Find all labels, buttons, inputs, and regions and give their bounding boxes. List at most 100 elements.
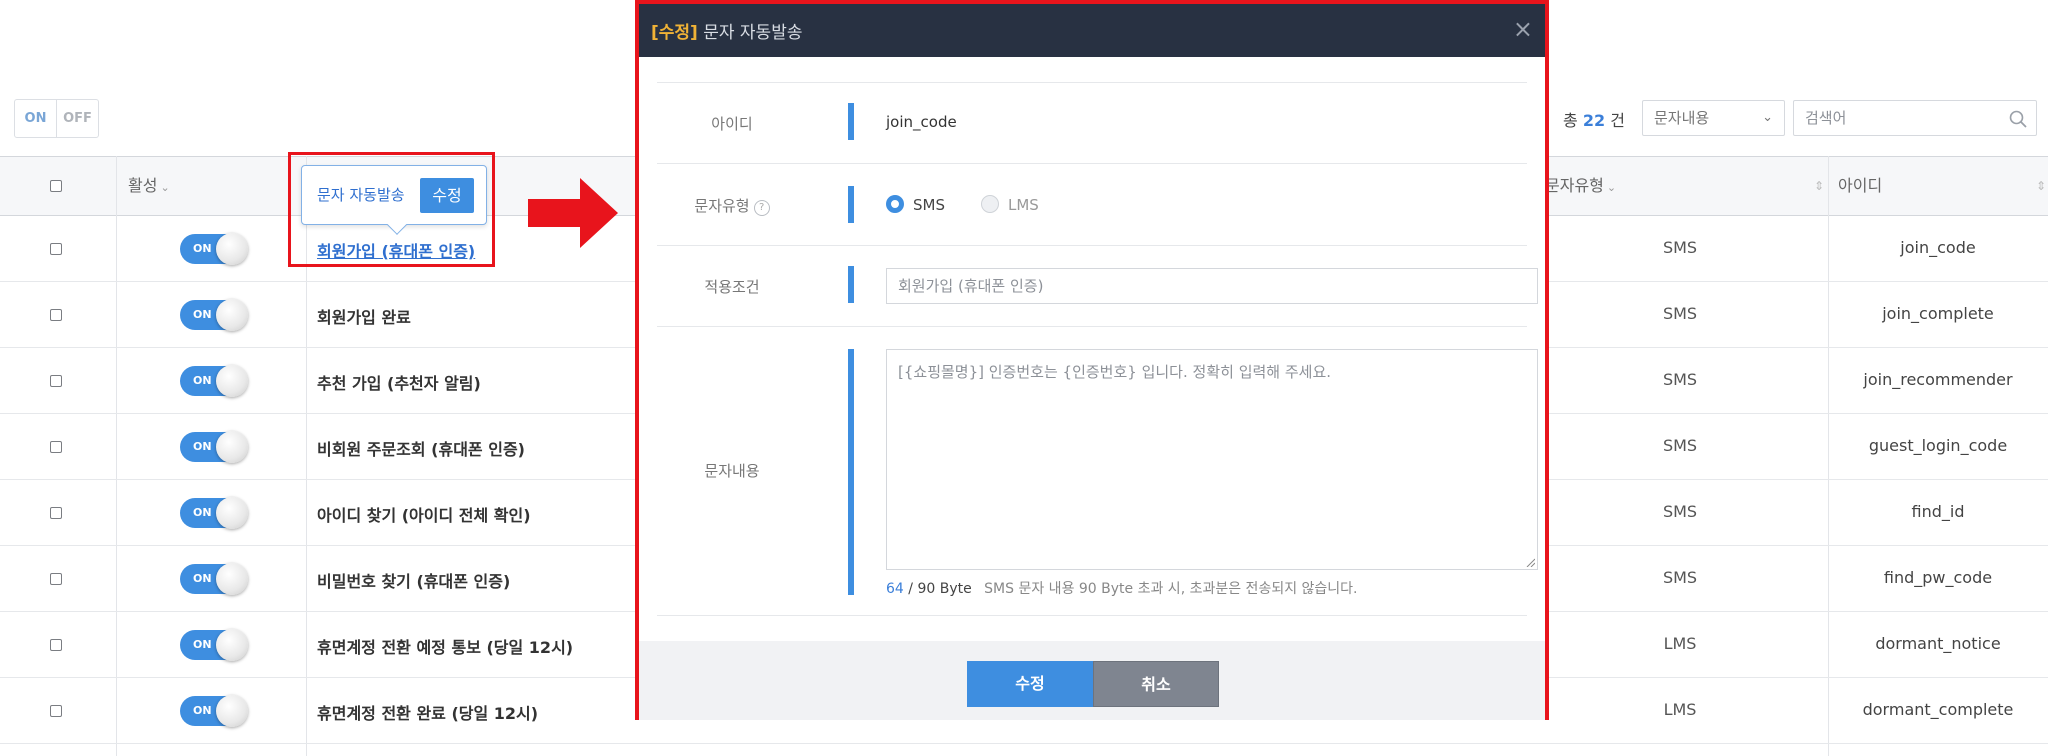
sort-caret-icon: ⌄ — [160, 181, 170, 194]
form-row-condition: 적용조건 회원가입 (휴대폰 인증) — [657, 245, 1538, 326]
byte-max: / 90 Byte — [908, 581, 972, 597]
active-toggle[interactable]: ON — [180, 431, 248, 463]
select-all-checkbox[interactable] — [50, 180, 62, 192]
condition-input[interactable]: 회원가입 (휴대폰 인증) — [886, 268, 1538, 304]
search-type-value: 문자내용 — [1654, 109, 1710, 127]
byte-note: SMS 문자 내용 90 Byte 초과 시, 초과분은 전송되지 않습니다. — [984, 581, 1358, 597]
toggle-knob — [216, 431, 248, 463]
radio-lms[interactable] — [981, 195, 999, 213]
radio-lms-label: LMS — [1008, 196, 1039, 214]
active-toggle[interactable]: ON — [180, 695, 248, 727]
header-id-label: 아이디 — [1838, 176, 1883, 195]
form-row-type: 문자유형? SMS LMS — [657, 163, 1527, 245]
modal-footer: 수정 취소 — [639, 641, 1545, 720]
bulk-toggle-group: ON OFF — [14, 99, 99, 138]
active-toggle[interactable]: ON — [180, 233, 248, 265]
toggle-label: ON — [193, 242, 212, 255]
row-checkbox[interactable] — [50, 243, 62, 255]
toggle-label: ON — [193, 440, 212, 453]
toggle-knob — [216, 299, 248, 331]
edit-modal: [수정] 문자 자동발송 × 아이디 join_code 문자유형? SMS L… — [635, 0, 1549, 720]
row-name: 휴면계정 전환 완료 (당일 12시) — [317, 704, 539, 723]
toggle-label: ON — [193, 308, 212, 321]
content-textarea[interactable]: [{쇼핑몰명}] 인증번호는 {인증번호} 입니다. 정확히 입력해 주세요. — [886, 349, 1538, 570]
id-value: join_code — [886, 113, 957, 131]
toggle-label: ON — [193, 572, 212, 585]
chevron-down-icon: ⌄ — [1762, 110, 1773, 125]
active-toggle[interactable]: ON — [180, 629, 248, 661]
row-type: LMS — [1663, 634, 1697, 653]
help-icon[interactable]: ? — [753, 200, 770, 216]
row-id: dormant_notice — [1875, 634, 2001, 653]
row-type: SMS — [1662, 304, 1698, 323]
toggle-label: ON — [193, 506, 212, 519]
search-placeholder: 검색어 — [1805, 109, 1847, 127]
header-msg-type-label: 문자유형 — [1545, 176, 1604, 195]
active-toggle[interactable]: ON — [180, 299, 248, 331]
bulk-on-button[interactable]: ON — [15, 100, 57, 137]
field-marker — [848, 186, 854, 223]
row-checkbox[interactable] — [50, 507, 62, 519]
row-name: 아이디 찾기 (아이디 전체 확인) — [317, 506, 531, 525]
toggle-knob — [216, 497, 248, 529]
toggle-knob — [216, 365, 248, 397]
total-count: 총 22 건 — [1563, 107, 1625, 131]
radio-sms[interactable] — [886, 195, 904, 213]
row-type: SMS — [1662, 502, 1698, 521]
bulk-off-button[interactable]: OFF — [57, 100, 98, 137]
row-id: join_complete — [1882, 304, 1994, 323]
highlight-box — [288, 152, 495, 267]
toggle-knob — [216, 629, 248, 661]
header-msg-type[interactable]: 문자유형 ⌄ — [1545, 157, 1616, 215]
total-suffix: 건 — [1610, 111, 1625, 130]
arrow-right-icon — [528, 178, 618, 248]
row-checkbox[interactable] — [50, 309, 62, 321]
toggle-label: ON — [193, 374, 212, 387]
close-icon[interactable]: × — [1513, 15, 1533, 43]
cancel-button[interactable]: 취소 — [1093, 661, 1219, 707]
header-id[interactable]: 아이디 — [1838, 157, 1882, 215]
row-type: LMS — [1663, 700, 1697, 719]
row-checkbox[interactable] — [50, 573, 62, 585]
search-type-select[interactable]: 문자내용 ⌄ — [1642, 100, 1785, 136]
resize-grip-icon[interactable] — [1525, 557, 1535, 567]
field-marker — [848, 349, 854, 595]
row-id: guest_login_code — [1868, 436, 2008, 455]
search-icon[interactable] — [2008, 109, 2028, 129]
row-id: dormant_complete — [1862, 700, 2014, 719]
active-toggle[interactable]: ON — [180, 563, 248, 595]
total-prefix: 총 — [1563, 111, 1578, 130]
row-id: find_pw_code — [1883, 568, 1993, 587]
toggle-knob — [216, 695, 248, 727]
row-id: find_id — [1911, 502, 1965, 521]
sort-caret-icon: ⌄ — [1606, 181, 1617, 194]
row-name: 추천 가입 (추천자 알림) — [317, 374, 481, 393]
row-type: SMS — [1662, 370, 1698, 389]
modal-title-tag: [수정] — [651, 23, 698, 43]
active-toggle[interactable]: ON — [180, 497, 248, 529]
row-checkbox[interactable] — [50, 639, 62, 651]
header-active[interactable]: 활성 ⌄ — [128, 157, 170, 215]
sort-arrows-icon[interactable]: ⇕ — [2036, 157, 2046, 215]
search-input[interactable]: 검색어 — [1793, 100, 2037, 136]
form-row-content: 문자내용 [{쇼핑몰명}] 인증번호는 {인증번호} 입니다. 정확히 입력해 … — [657, 326, 1538, 616]
row-name: 비밀번호 찾기 (휴대폰 인증) — [317, 572, 511, 591]
row-checkbox[interactable] — [50, 375, 62, 387]
toggle-knob — [216, 563, 248, 595]
row-id: join_recommender — [1863, 370, 2013, 389]
row-checkbox[interactable] — [50, 441, 62, 453]
toggle-label: ON — [193, 638, 212, 651]
row-type: SMS — [1662, 238, 1698, 257]
byte-counter: 64 / 90 Byte SMS 문자 내용 90 Byte 초과 시, 초과분… — [886, 578, 1358, 598]
sort-arrows-icon[interactable]: ⇕ — [1814, 157, 1824, 215]
row-name: 휴면계정 전환 예정 통보 (당일 12시) — [317, 638, 574, 657]
modal-title-text: 문자 자동발송 — [703, 23, 803, 43]
row-name: 회원가입 완료 — [317, 308, 411, 327]
row-id: join_code — [1900, 238, 1976, 257]
content-placeholder: [{쇼핑몰명}] 인증번호는 {인증번호} 입니다. 정확히 입력해 주세요. — [898, 363, 1332, 381]
save-button[interactable]: 수정 — [967, 661, 1093, 707]
toggle-knob — [216, 233, 248, 265]
row-checkbox[interactable] — [50, 705, 62, 717]
id-label: 아이디 — [711, 115, 753, 133]
active-toggle[interactable]: ON — [180, 365, 248, 397]
